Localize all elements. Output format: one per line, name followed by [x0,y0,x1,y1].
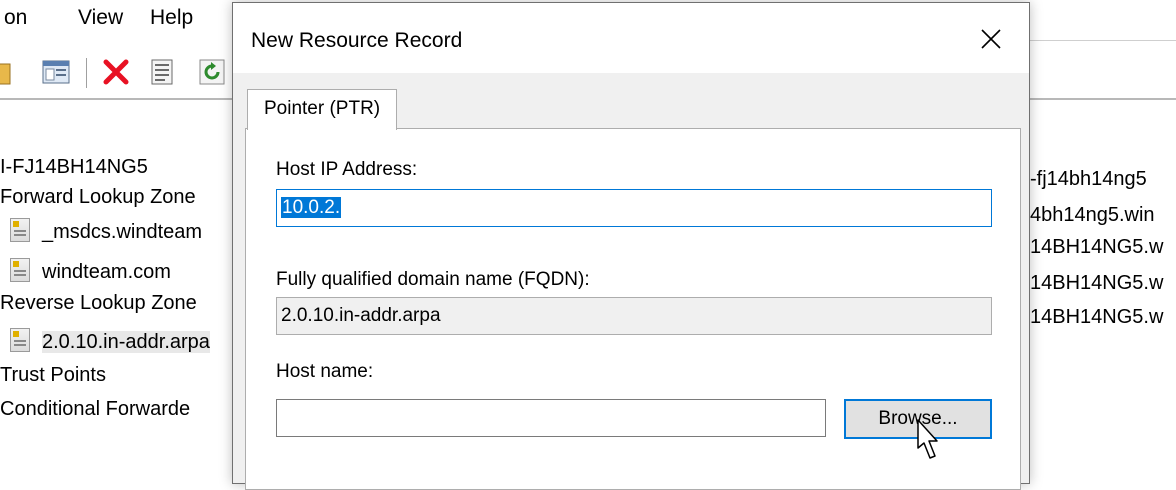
tree-server[interactable]: I-FJ14BH14NG5 [0,156,148,179]
tree-zone-windteam[interactable]: windteam.com [10,258,171,284]
tree-forward-lookup-zones[interactable]: Forward Lookup Zone [0,186,196,209]
host-ip-input[interactable]: 10.0.2. [276,189,992,227]
delete-icon[interactable] [100,56,132,88]
zone-icon [10,328,30,352]
result-item[interactable]: -fj14bh14ng5 [1030,168,1147,191]
view-icon[interactable] [40,56,72,88]
host-ip-label: Host IP Address: [276,159,418,180]
toolbar-divider [86,58,87,88]
zone-icon [10,258,30,282]
host-name-input[interactable] [276,399,826,437]
tab-panel-ptr: Host IP Address: 10.0.2. Fully qualified… [245,128,1021,490]
mouse-pointer-icon [917,419,938,459]
tree-reverse-lookup-zones[interactable]: Reverse Lookup Zone [0,292,197,315]
tree-conditional-forwarders[interactable]: Conditional Forwarde [0,398,190,421]
result-item[interactable]: 14BH14NG5.w [1030,272,1163,295]
folder-icon[interactable] [0,56,26,88]
fqdn-value: 2.0.10.in-addr.arpa [281,305,441,326]
tab-pointer-ptr[interactable]: Pointer (PTR) [247,89,398,130]
menu-action[interactable]: on [4,6,27,30]
tree-zone-reverse[interactable]: 2.0.10.in-addr.arpa [10,328,210,354]
result-item[interactable]: 4bh14ng5.win [1030,204,1155,227]
tab-strip: Pointer (PTR) [243,89,1023,130]
refresh-icon[interactable] [196,56,228,88]
results-pane: -fj14bh14ng5 4bh14ng5.win 14BH14NG5.w 14… [1030,0,1176,469]
close-button[interactable] [963,13,1019,65]
result-item[interactable]: 14BH14NG5.w [1030,306,1163,329]
new-resource-record-dialog: New Resource Record Pointer (PTR) Host I… [232,2,1030,490]
dialog-title: New Resource Record [251,29,463,52]
tree-zone-msdcs[interactable]: _msdcs.windteam [10,218,202,244]
zone-icon [10,218,30,242]
toolbar [0,50,240,94]
fqdn-label: Fully qualified domain name (FQDN): [276,269,590,290]
fqdn-field: 2.0.10.in-addr.arpa [276,297,992,335]
menu-help[interactable]: Help [150,6,193,30]
toolbar-separator [0,98,240,100]
dialog-titlebar[interactable]: New Resource Record [233,3,1029,73]
host-name-label: Host name: [276,361,374,382]
menu-view[interactable]: View [78,6,123,30]
tree-trust-points[interactable]: Trust Points [0,364,106,387]
close-icon [981,29,1001,49]
host-ip-value: 10.0.2. [281,197,342,218]
result-item[interactable]: 14BH14NG5.w [1030,236,1163,259]
properties-icon[interactable] [146,56,178,88]
